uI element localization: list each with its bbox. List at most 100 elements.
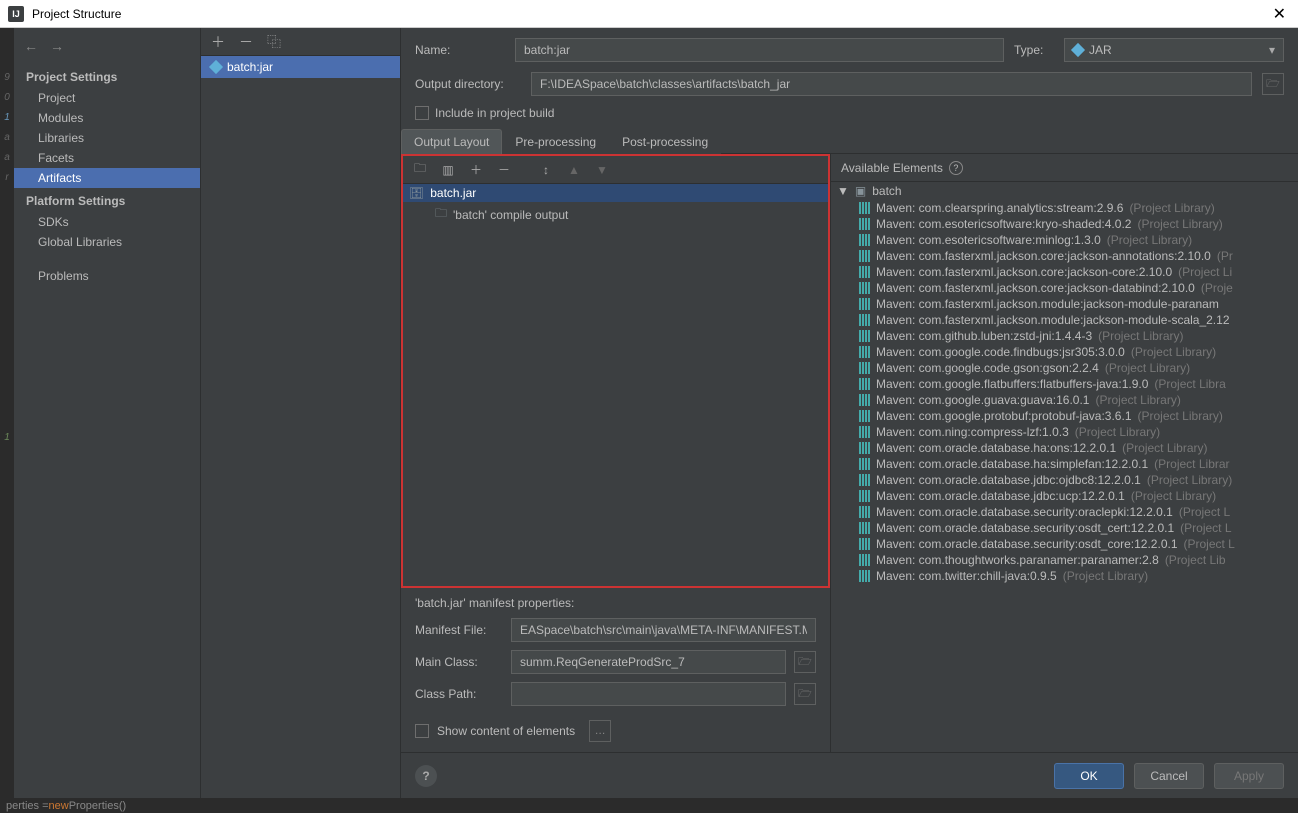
add-copy-icon[interactable]: ＋	[465, 159, 487, 181]
help-icon[interactable]: ?	[949, 161, 963, 175]
library-item[interactable]: Maven: com.fasterxml.jackson.core:jackso…	[831, 280, 1298, 296]
browse-class-path-icon[interactable]: 🗁	[794, 683, 816, 705]
forward-icon[interactable]: →	[50, 38, 64, 54]
library-item[interactable]: Maven: com.oracle.database.jdbc:ojdbc8:1…	[831, 472, 1298, 488]
library-icon	[859, 458, 870, 470]
new-folder-icon[interactable]: 🗀	[409, 159, 431, 181]
library-name: Maven: com.oracle.database.jdbc:ojdbc8:1…	[876, 473, 1141, 487]
library-icon	[859, 202, 870, 214]
library-icon	[859, 426, 870, 438]
expand-icon[interactable]: ▼	[837, 184, 849, 198]
library-item[interactable]: Maven: com.google.guava:guava:16.0.1 (Pr…	[831, 392, 1298, 408]
sidebar-item-libraries[interactable]: Libraries	[14, 128, 200, 148]
new-archive-icon[interactable]: ▥	[437, 159, 459, 181]
library-item[interactable]: Maven: com.google.flatbuffers:flatbuffer…	[831, 376, 1298, 392]
move-up-icon[interactable]: ▲	[563, 159, 585, 181]
manifest-file-input[interactable]	[511, 618, 816, 642]
library-name: Maven: com.fasterxml.jackson.module:jack…	[876, 313, 1230, 327]
artifact-item[interactable]: batch:jar	[201, 56, 400, 78]
sidebar-item-project[interactable]: Project	[14, 88, 200, 108]
archive-icon: 🗄	[409, 186, 424, 200]
library-name: Maven: com.google.code.findbugs:jsr305:3…	[876, 345, 1125, 359]
titlebar: IJ Project Structure ✕	[0, 0, 1298, 28]
library-item[interactable]: Maven: com.fasterxml.jackson.module:jack…	[831, 296, 1298, 312]
library-item[interactable]: Maven: com.oracle.database.jdbc:ucp:12.2…	[831, 488, 1298, 504]
library-name: Maven: com.oracle.database.security:orac…	[876, 505, 1173, 519]
library-item[interactable]: Maven: com.oracle.database.security:osdt…	[831, 520, 1298, 536]
library-item[interactable]: Maven: com.twitter:chill-java:0.9.5 (Pro…	[831, 568, 1298, 584]
class-path-input[interactable]	[511, 682, 786, 706]
library-icon	[859, 378, 870, 390]
available-elements-title: Available Elements	[841, 161, 943, 175]
library-item[interactable]: Maven: com.thoughtworks.paranamer:parana…	[831, 552, 1298, 568]
library-item[interactable]: Maven: com.clearspring.analytics:stream:…	[831, 200, 1298, 216]
artifact-list-panel: ＋ － ⿻ batch:jar	[201, 28, 401, 798]
sidebar-item-artifacts[interactable]: Artifacts	[14, 168, 200, 188]
cancel-button[interactable]: Cancel	[1134, 763, 1204, 789]
tab-pre-processing[interactable]: Pre-processing	[502, 129, 609, 154]
artifact-icon	[209, 60, 223, 74]
editor-code-line: perties = new Properties()	[0, 798, 1298, 813]
tree-root-jar[interactable]: 🗄 batch.jar	[403, 184, 828, 202]
back-icon[interactable]: ←	[24, 38, 38, 54]
browse-output-icon[interactable]: 🗁	[1262, 73, 1284, 95]
close-icon[interactable]: ✕	[1269, 4, 1290, 24]
library-item[interactable]: Maven: com.google.protobuf:protobuf-java…	[831, 408, 1298, 424]
library-item[interactable]: Maven: com.fasterxml.jackson.core:jackso…	[831, 248, 1298, 264]
main-class-input[interactable]	[511, 650, 786, 674]
library-item[interactable]: Maven: com.google.code.gson:gson:2.2.4 (…	[831, 360, 1298, 376]
show-content-checkbox[interactable]	[415, 724, 429, 738]
remove-artifact-icon[interactable]: －	[239, 32, 253, 52]
library-icon	[859, 234, 870, 246]
apply-button[interactable]: Apply	[1214, 763, 1284, 789]
library-item[interactable]: Maven: com.fasterxml.jackson.module:jack…	[831, 312, 1298, 328]
sidebar-item-facets[interactable]: Facets	[14, 148, 200, 168]
copy-artifact-icon[interactable]: ⿻	[267, 32, 281, 52]
library-item[interactable]: Maven: com.oracle.database.ha:simplefan:…	[831, 456, 1298, 472]
library-icon	[859, 282, 870, 294]
browse-main-class-icon[interactable]: 🗁	[794, 651, 816, 673]
name-label: Name:	[415, 43, 505, 57]
library-scope: (Project Library)	[1098, 329, 1183, 343]
library-item[interactable]: Maven: com.esotericsoftware:minlog:1.3.0…	[831, 232, 1298, 248]
output-dir-input[interactable]	[531, 72, 1252, 96]
library-name: Maven: com.clearspring.analytics:stream:…	[876, 201, 1123, 215]
module-row[interactable]: ▼ ▣ batch	[831, 182, 1298, 200]
move-down-icon[interactable]: ▼	[591, 159, 613, 181]
sidebar-item-global-libraries[interactable]: Global Libraries	[14, 232, 200, 252]
tab-output-layout[interactable]: Output Layout	[401, 129, 502, 154]
include-build-checkbox[interactable]	[415, 106, 429, 120]
help-button[interactable]: ?	[415, 765, 437, 787]
tree-compile-output[interactable]: 🗀 'batch' compile output	[403, 202, 828, 227]
ok-button[interactable]: OK	[1054, 763, 1124, 789]
library-item[interactable]: Maven: com.github.luben:zstd-jni:1.4.4-3…	[831, 328, 1298, 344]
library-item[interactable]: Maven: com.oracle.database.security:orac…	[831, 504, 1298, 520]
tree-child-label: 'batch' compile output	[453, 208, 568, 222]
library-icon	[859, 410, 870, 422]
library-icon	[859, 362, 870, 374]
add-artifact-icon[interactable]: ＋	[211, 32, 225, 52]
library-scope: (Project L	[1179, 505, 1230, 519]
library-item[interactable]: Maven: com.oracle.database.ha:ons:12.2.0…	[831, 440, 1298, 456]
show-content-options-icon[interactable]: …	[589, 720, 611, 742]
sort-icon[interactable]: ↕	[535, 159, 557, 181]
artifact-item-label: batch:jar	[227, 60, 273, 74]
library-item[interactable]: Maven: com.google.code.findbugs:jsr305:3…	[831, 344, 1298, 360]
sidebar-item-problems[interactable]: Problems	[14, 266, 200, 286]
manifest-file-label: Manifest File:	[415, 623, 503, 637]
library-icon	[859, 442, 870, 454]
tab-post-processing[interactable]: Post-processing	[609, 129, 721, 154]
library-item[interactable]: Maven: com.ning:compress-lzf:1.0.3 (Proj…	[831, 424, 1298, 440]
library-item[interactable]: Maven: com.oracle.database.security:osdt…	[831, 536, 1298, 552]
library-scope: (Project Library)	[1095, 393, 1180, 407]
library-item[interactable]: Maven: com.esotericsoftware:kryo-shaded:…	[831, 216, 1298, 232]
class-path-label: Class Path:	[415, 687, 503, 701]
remove-item-icon[interactable]: －	[493, 159, 515, 181]
type-select[interactable]: JAR	[1064, 38, 1284, 62]
name-input[interactable]	[515, 38, 1004, 62]
sidebar-item-modules[interactable]: Modules	[14, 108, 200, 128]
library-scope: (Project L	[1180, 521, 1231, 535]
window-title: Project Structure	[32, 7, 121, 21]
sidebar-item-sdks[interactable]: SDKs	[14, 212, 200, 232]
library-item[interactable]: Maven: com.fasterxml.jackson.core:jackso…	[831, 264, 1298, 280]
